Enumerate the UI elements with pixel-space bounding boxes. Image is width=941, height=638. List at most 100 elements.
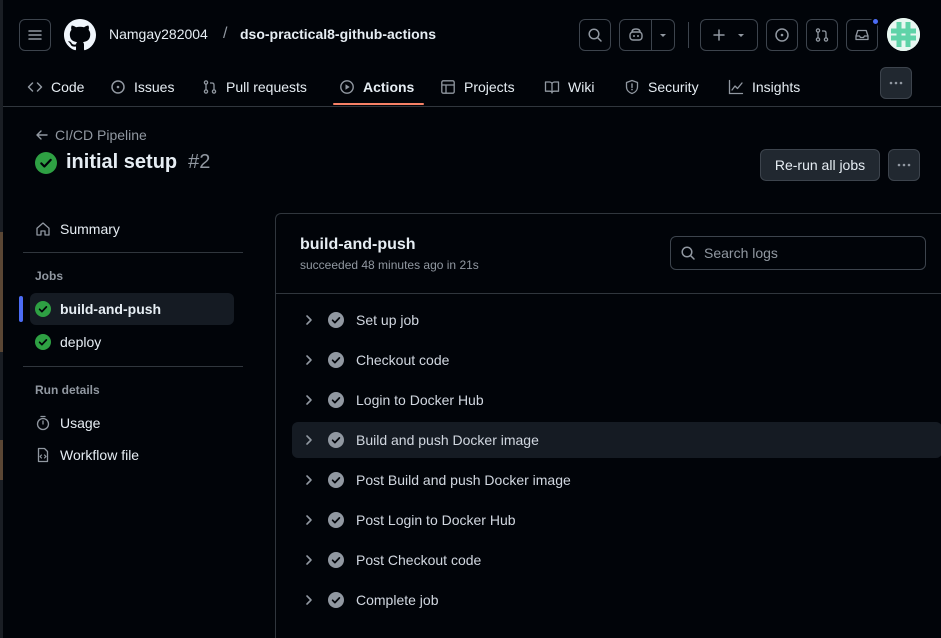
job-header: build-and-push succeeded 48 minutes ago …: [276, 214, 941, 294]
tab-wiki[interactable]: Wiki: [544, 66, 594, 107]
tab-issues[interactable]: Issues: [110, 66, 174, 107]
sidebar-jobs-heading: Jobs: [35, 269, 64, 283]
sidebar-job-build-and-push[interactable]: build-and-push: [30, 293, 234, 325]
sidebar-selection-indicator: [19, 296, 23, 322]
sidebar-divider: [23, 366, 243, 367]
check-circle-fill-icon: [35, 334, 51, 350]
avatar[interactable]: [887, 18, 920, 51]
run-title: initial setup: [66, 151, 178, 173]
copilot-icon: [629, 28, 643, 41]
sidebar-item-usage[interactable]: Usage: [30, 407, 234, 439]
chevron-right-icon: [306, 315, 312, 325]
step-label: Login to Docker Hub: [356, 392, 484, 408]
breadcrumb-separator: /: [223, 25, 228, 42]
git-pull-request-icon: [203, 79, 217, 94]
step-label: Set up job: [356, 312, 420, 328]
check-circle-fill-icon: [328, 512, 344, 528]
header-divider: [688, 22, 689, 48]
sidebar-item-label: Summary: [60, 221, 120, 237]
step-row[interactable]: Set up job: [292, 302, 941, 338]
step-label: Complete job: [356, 592, 439, 608]
tab-insights-label: Insights: [752, 78, 801, 95]
shield-icon: [625, 79, 639, 94]
sidebar-item-summary[interactable]: Summary: [30, 213, 234, 245]
sidebar-item-label: deploy: [60, 334, 102, 350]
step-row[interactable]: Post Login to Docker Hub: [292, 502, 941, 538]
sidebar-item-label: Usage: [60, 415, 101, 431]
search-button[interactable]: [579, 19, 611, 51]
step-row[interactable]: Login to Docker Hub: [292, 382, 941, 418]
back-to-workflow-link[interactable]: CI/CD Pipeline: [35, 127, 147, 143]
chevron-right-icon: [306, 395, 312, 405]
chevron-right-icon: [306, 435, 312, 445]
sidebar-job-deploy[interactable]: deploy: [30, 326, 234, 358]
kebab-horizontal-icon: [897, 163, 911, 167]
step-row[interactable]: Post Checkout code: [292, 542, 941, 578]
tab-actions[interactable]: Actions: [339, 66, 414, 107]
copilot-button[interactable]: [619, 19, 675, 51]
run-options-button[interactable]: [888, 149, 920, 181]
graph-icon: [728, 79, 744, 94]
plus-icon: [713, 29, 725, 41]
tab-pull-requests[interactable]: Pull requests: [202, 66, 307, 107]
job-log-panel: build-and-push succeeded 48 minutes ago …: [275, 213, 941, 638]
tab-projects-label: Projects: [464, 78, 515, 95]
chevron-right-icon: [306, 475, 312, 485]
top-bar: Namgay282004 / dso-practical8-github-act…: [3, 0, 941, 66]
tab-pull-requests-label: Pull requests: [226, 78, 307, 95]
check-circle-fill-icon: [328, 592, 344, 608]
step-row[interactable]: Complete job: [292, 582, 941, 618]
global-header: Namgay282004 / dso-practical8-github-act…: [3, 0, 941, 107]
step-row[interactable]: Checkout code: [292, 342, 941, 378]
tab-security-label: Security: [648, 78, 699, 95]
notification-indicator: [871, 17, 880, 26]
tabs-overflow-button[interactable]: [880, 67, 912, 99]
step-label: Build and push Docker image: [356, 432, 539, 448]
active-tab-underline: [333, 103, 424, 105]
search-logs-field[interactable]: [670, 236, 926, 270]
check-circle-fill-icon: [328, 392, 344, 408]
tab-actions-label: Actions: [363, 78, 415, 95]
step-row[interactable]: Build and push Docker image: [292, 422, 941, 458]
table-icon: [441, 79, 455, 94]
rerun-all-jobs-button[interactable]: Re-run all jobs: [760, 149, 880, 181]
sidebar-item-label: Workflow file: [60, 447, 140, 463]
search-logs-input[interactable]: [704, 245, 914, 261]
workflow-name: CI/CD Pipeline: [55, 127, 147, 143]
breadcrumb-owner-link[interactable]: Namgay282004: [109, 26, 208, 42]
tab-code[interactable]: Code: [27, 66, 84, 107]
create-new-button[interactable]: [700, 19, 758, 51]
code-icon: [27, 81, 43, 92]
check-circle-fill-icon: [328, 552, 344, 568]
check-circle-fill-icon: [35, 151, 57, 174]
home-icon: [36, 222, 50, 236]
step-label: Post Build and push Docker image: [356, 472, 571, 488]
hamburger-menu-button[interactable]: [19, 19, 51, 51]
tab-security[interactable]: Security: [624, 66, 699, 107]
pull-requests-button[interactable]: [806, 19, 838, 51]
check-circle-fill-icon: [328, 472, 344, 488]
kebab-horizontal-icon: [889, 81, 903, 85]
sidebar-item-workflow-file[interactable]: Workflow file: [30, 439, 234, 471]
stopwatch-icon: [36, 415, 50, 431]
arrow-left-icon: [36, 130, 48, 140]
tab-projects[interactable]: Projects: [440, 66, 515, 107]
hamburger-icon: [28, 30, 42, 40]
tab-insights[interactable]: Insights: [728, 66, 800, 107]
sidebar-divider: [23, 252, 243, 253]
job-title: build-and-push: [300, 236, 416, 253]
breadcrumb-repo-link[interactable]: dso-practical8-github-actions: [240, 26, 436, 42]
search-icon: [588, 28, 602, 42]
inbox-icon: [855, 29, 869, 41]
step-row[interactable]: Post Build and push Docker image: [292, 462, 941, 498]
step-label: Post Checkout code: [356, 552, 482, 568]
repo-nav-tabs: Code Issues Pull requests Actions Projec…: [3, 66, 941, 107]
sidebar-run-details-heading: Run details: [35, 383, 100, 397]
tab-issues-label: Issues: [134, 78, 175, 95]
job-status-meta: succeeded 48 minutes ago in 21s: [300, 258, 479, 272]
file-code-icon: [37, 447, 49, 463]
github-logo-icon[interactable]: [64, 19, 96, 51]
issues-button[interactable]: [766, 19, 798, 51]
search-icon: [681, 246, 695, 260]
check-circle-fill-icon: [328, 352, 344, 368]
